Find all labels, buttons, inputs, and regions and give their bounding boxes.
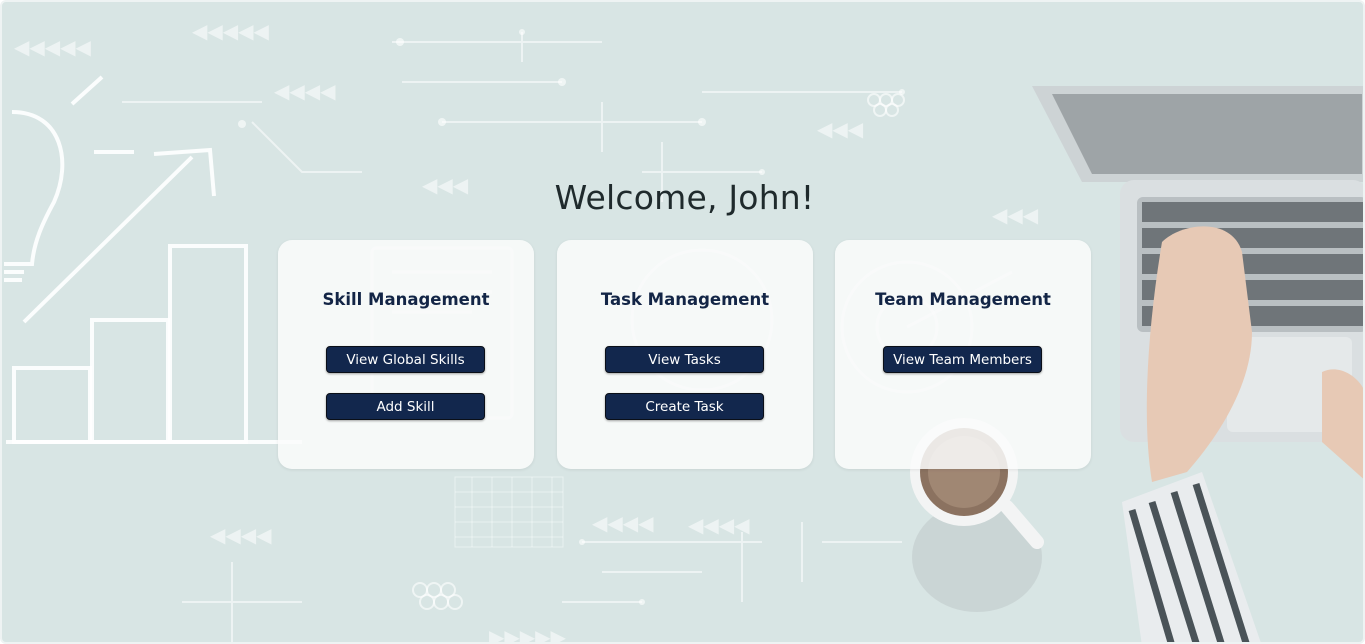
task-management-card: Task Management View Tasks Create Task — [557, 240, 813, 469]
svg-text:◀◀◀◀: ◀◀◀◀ — [274, 79, 336, 103]
svg-text:◀◀◀◀: ◀◀◀◀ — [688, 513, 750, 537]
view-tasks-button[interactable]: View Tasks — [605, 346, 764, 373]
svg-text:◀◀◀: ◀◀◀ — [817, 117, 864, 141]
view-team-members-button[interactable]: View Team Members — [883, 346, 1042, 373]
svg-text:▶▶▶▶▶: ▶▶▶▶▶ — [489, 625, 567, 644]
svg-text:◀◀◀◀◀: ◀◀◀◀◀ — [192, 19, 270, 43]
add-skill-button[interactable]: Add Skill — [326, 393, 485, 420]
card-title-team-management: Team Management — [875, 290, 1051, 309]
card-title-skill-management: Skill Management — [322, 290, 490, 309]
svg-text:◀◀◀◀: ◀◀◀◀ — [210, 523, 272, 547]
skill-management-card: Skill Management View Global Skills Add … — [278, 240, 534, 469]
team-management-card: Team Management View Team Members — [835, 240, 1091, 469]
dashboard-stage: ◀◀◀◀◀ ◀◀◀◀◀ ◀◀◀◀ ◀◀◀ ◀◀◀ ◀◀◀ ◀◀◀◀ ◀◀◀◀ ◀… — [0, 0, 1365, 644]
card-title-task-management: Task Management — [600, 290, 770, 309]
view-global-skills-button[interactable]: View Global Skills — [326, 346, 485, 373]
svg-text:◀◀◀◀: ◀◀◀◀ — [592, 511, 654, 535]
welcome-heading: Welcome, John! — [554, 178, 815, 217]
create-task-button[interactable]: Create Task — [605, 393, 764, 420]
svg-text:◀◀◀◀◀: ◀◀◀◀◀ — [14, 35, 92, 59]
